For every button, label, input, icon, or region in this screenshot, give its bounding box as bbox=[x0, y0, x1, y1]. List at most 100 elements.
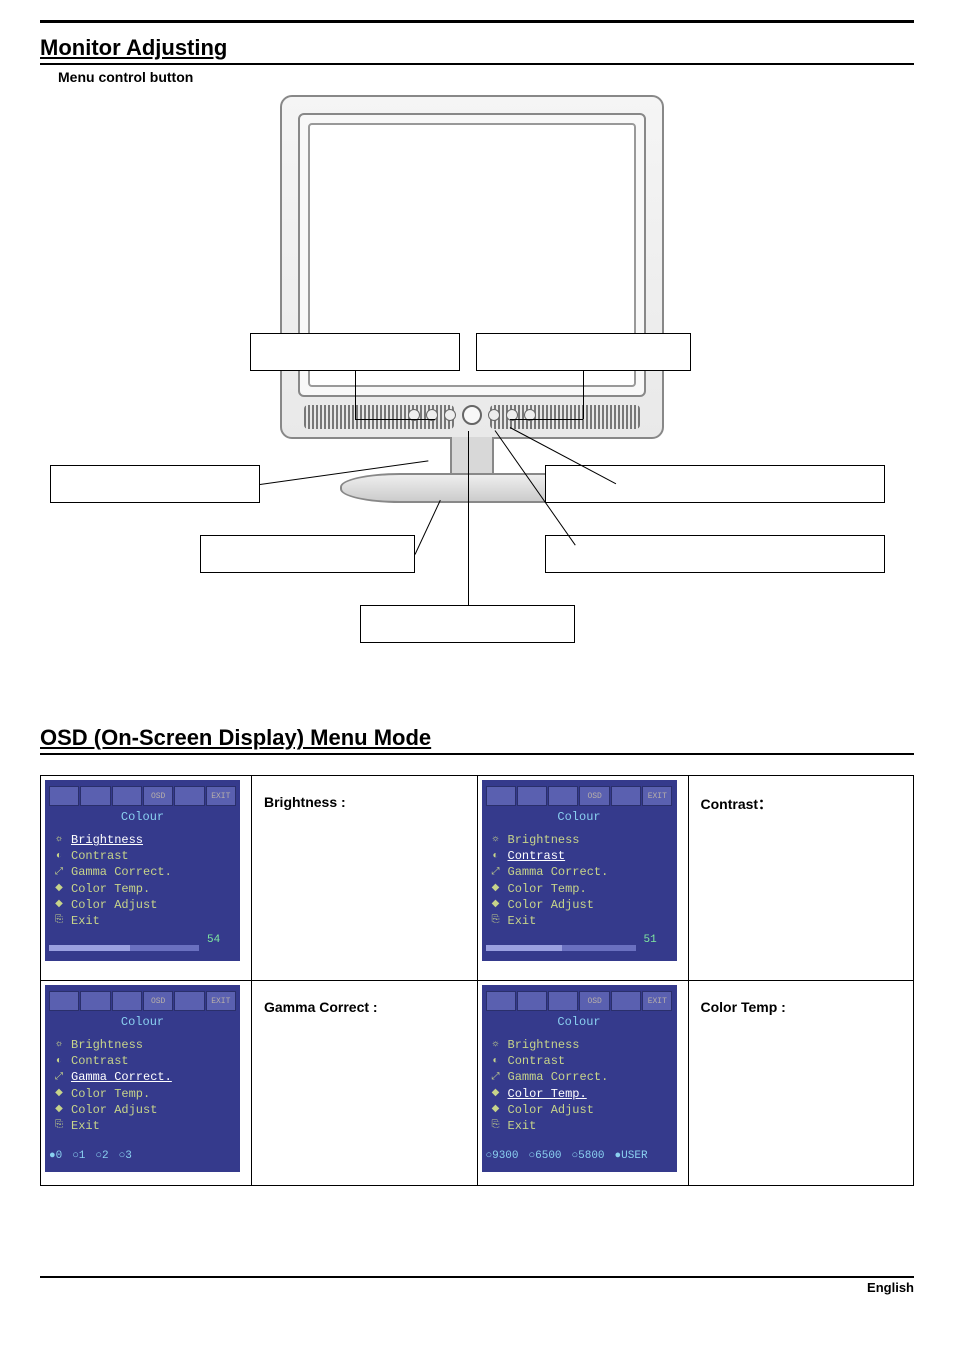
monitor-button bbox=[444, 409, 456, 421]
osd-item-icon: ⎘ bbox=[490, 914, 502, 928]
subheading-menu-control: Menu control button bbox=[58, 69, 914, 85]
osd-item-icon: ◐ bbox=[490, 850, 502, 864]
osd-item-label: Contrast bbox=[71, 848, 129, 864]
monitor-button-row bbox=[408, 405, 536, 425]
callout-box bbox=[50, 465, 260, 503]
osd-slider bbox=[49, 945, 199, 951]
osd-tab-icon: EXIT bbox=[642, 786, 672, 806]
osd-item-label: Brightness bbox=[71, 832, 143, 848]
osd-tab-icon bbox=[49, 991, 79, 1011]
osd-label-cell: Brightness : bbox=[252, 776, 478, 981]
osd-item-label: Brightness bbox=[71, 1037, 143, 1053]
osd-menu-item: ◐ Contrast bbox=[53, 1053, 236, 1069]
osd-panel: OSDEXITColour☼Brightness◐Contrast⤢Gamma … bbox=[482, 985, 677, 1172]
osd-menu-item: ◆Color Adjust bbox=[490, 897, 673, 913]
osd-item-icon: ☼ bbox=[53, 1038, 65, 1052]
osd-item-label: Contrast bbox=[71, 1053, 129, 1069]
osd-item-label: Gamma Correct. bbox=[508, 864, 609, 880]
osd-menu-item: ◆Color Temp. bbox=[490, 881, 673, 897]
osd-tab-icon: OSD bbox=[143, 991, 173, 1011]
osd-screenshot-cell: OSD EXIT Colour ☼Brightness ◐ Contrast⤢Gamma … bbox=[41, 776, 252, 981]
osd-item-label: Exit bbox=[71, 913, 100, 929]
osd-slider-value: 54 bbox=[207, 934, 220, 946]
heading-osd-menu-mode: OSD (On-Screen Display) Menu Mode bbox=[40, 725, 914, 753]
footer-language: English bbox=[40, 1280, 914, 1295]
osd-tab-icon bbox=[174, 991, 204, 1011]
osd-item-icon: ☼ bbox=[490, 1038, 502, 1052]
osd-item-label: Color Adjust bbox=[508, 1102, 594, 1118]
monitor-diagram bbox=[40, 95, 914, 695]
monitor-bezel bbox=[280, 95, 664, 439]
osd-menu-item: ◐ Contrast bbox=[53, 848, 236, 864]
osd-menu-item: ◆Color Adjust bbox=[53, 1102, 236, 1118]
osd-panel: OSD EXIT Colour ☼Brightness ◐ Contrast⤢Gamma … bbox=[45, 780, 240, 961]
osd-menu-item: ⤢Gamma Correct. bbox=[53, 864, 236, 880]
osd-item-label: Gamma Correct. bbox=[71, 864, 172, 880]
osd-item-label: Color Adjust bbox=[508, 897, 594, 913]
callout-box bbox=[360, 605, 575, 643]
osd-menu-item: ☼ Brightness bbox=[490, 1037, 673, 1053]
osd-panel: OSDEXITColour☼Brightness◐Contrast⤢Gamma … bbox=[482, 780, 677, 961]
osd-item-label: Contrast bbox=[508, 848, 566, 864]
osd-item-label: Color Temp. bbox=[71, 1086, 150, 1102]
osd-item-icon: ◐ bbox=[490, 1055, 502, 1069]
osd-slider-value: 51 bbox=[644, 934, 657, 946]
osd-item-label: Gamma Correct. bbox=[508, 1069, 609, 1085]
osd-menu-item: ⎘ Exit bbox=[490, 913, 673, 929]
osd-item-label: Exit bbox=[508, 913, 537, 929]
osd-tab-icon bbox=[112, 991, 142, 1011]
monitor-power-button bbox=[462, 405, 482, 425]
osd-tab-icon bbox=[174, 786, 204, 806]
osd-slider bbox=[486, 945, 636, 951]
osd-tab-icon bbox=[517, 786, 547, 806]
osd-screenshot-cell: OSDEXITColour☼Brightness◐Contrast⤢Gamma … bbox=[477, 981, 688, 1186]
osd-item-label: Color Temp. bbox=[508, 881, 587, 897]
osd-screenshot-cell: OSDEXITColour☼Brightness◐Contrast⤢Gamma … bbox=[41, 981, 252, 1186]
osd-item-label: Brightness bbox=[508, 832, 580, 848]
osd-item-label: Gamma Correct. bbox=[71, 1069, 172, 1085]
osd-screenshot-cell: OSDEXITColour☼Brightness◐Contrast⤢Gamma … bbox=[477, 776, 688, 981]
osd-title: Colour bbox=[49, 1015, 236, 1029]
osd-option: ○9300 bbox=[486, 1150, 519, 1162]
osd-option: ○1 bbox=[72, 1150, 85, 1162]
osd-menu-item: ⎘Exit bbox=[490, 1118, 673, 1134]
osd-item-icon: ◐ bbox=[53, 1055, 65, 1069]
osd-menu-item: ☼Brightness bbox=[53, 832, 236, 848]
osd-tab-icon bbox=[49, 786, 79, 806]
osd-item-label: Color Temp. bbox=[71, 881, 150, 897]
osd-tab-icon bbox=[80, 786, 110, 806]
osd-tab-icon: OSD bbox=[143, 786, 173, 806]
osd-title: Colour bbox=[486, 1015, 673, 1029]
osd-tab-icon bbox=[517, 991, 547, 1011]
osd-option: ●0 bbox=[49, 1150, 62, 1162]
osd-menu-item: ⤢Gamma Correct. bbox=[490, 1069, 673, 1085]
osd-tab-icon bbox=[80, 991, 110, 1011]
osd-item-icon: ◆ bbox=[490, 1103, 502, 1117]
osd-options-row: ○9300○6500○5800●USER bbox=[486, 1150, 673, 1162]
osd-menu-item: ⤢ Gamma Correct. bbox=[53, 1069, 236, 1085]
osd-option: ●USER bbox=[615, 1150, 648, 1162]
osd-item-icon: ◆ bbox=[490, 1087, 502, 1101]
osd-menu-item: ◆Color Temp. bbox=[53, 1086, 236, 1102]
osd-option: ○6500 bbox=[529, 1150, 562, 1162]
osd-label-cell: Gamma Correct : bbox=[252, 981, 478, 1186]
callout-box bbox=[545, 465, 885, 503]
osd-menu-item: ⎘Exit bbox=[53, 1118, 236, 1134]
osd-options-row: ●0○1○2○3 bbox=[49, 1150, 236, 1162]
osd-item-icon: ◐ bbox=[53, 850, 65, 864]
osd-item-label: Color Temp. bbox=[508, 1086, 587, 1102]
osd-menu-item: ◐Contrast bbox=[490, 1053, 673, 1069]
osd-menu-item: ⎘Exit bbox=[53, 913, 236, 929]
heading-monitor-adjusting: Monitor Adjusting bbox=[40, 35, 914, 63]
osd-title: Colour bbox=[49, 810, 236, 824]
osd-item-label: Brightness bbox=[508, 1037, 580, 1053]
osd-tab-icon bbox=[611, 991, 641, 1011]
osd-item-icon: ☼ bbox=[490, 833, 502, 847]
osd-item-icon: ⤢ bbox=[53, 1071, 65, 1085]
osd-menu-item: ◆Color Adjust bbox=[53, 897, 236, 913]
osd-item-icon: ◆ bbox=[53, 882, 65, 896]
osd-tab-icon: EXIT bbox=[206, 786, 236, 806]
osd-item-icon: ⎘ bbox=[53, 1119, 65, 1133]
osd-tab-icon bbox=[486, 786, 516, 806]
osd-option: ○2 bbox=[95, 1150, 108, 1162]
